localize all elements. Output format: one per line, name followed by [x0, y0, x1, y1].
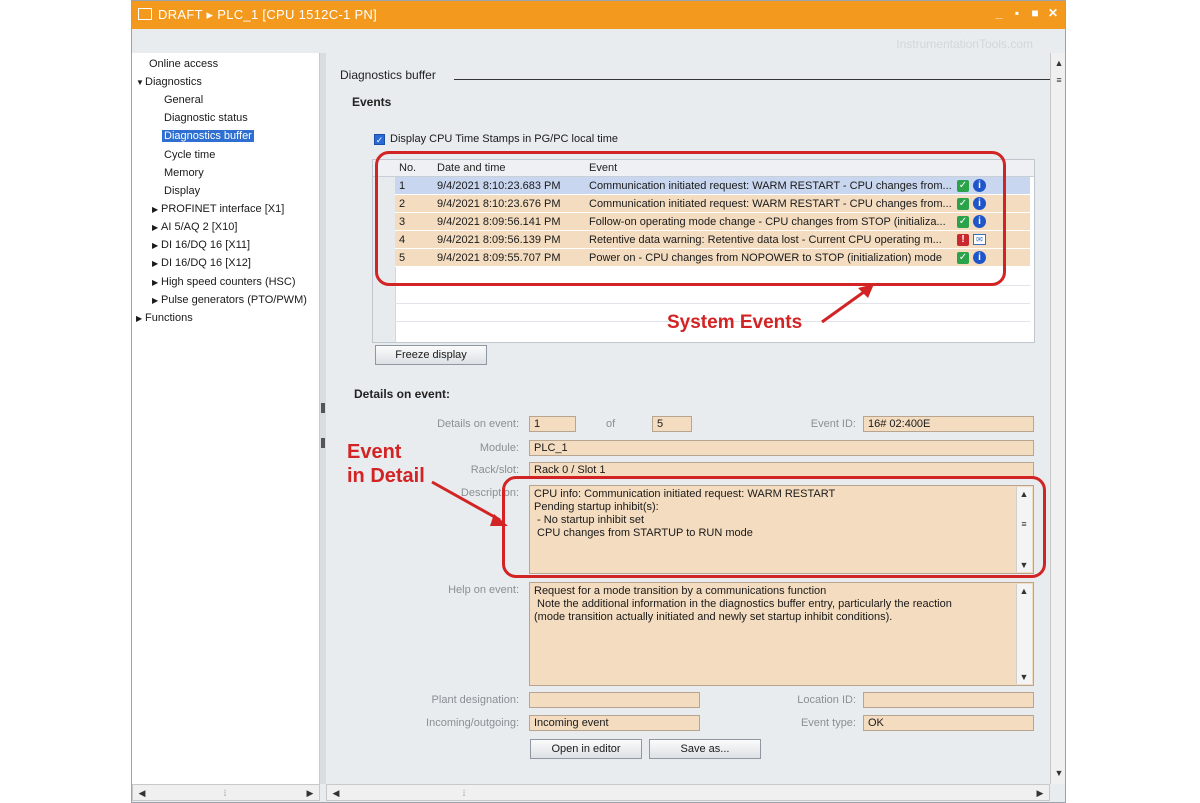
event-detail-arrow	[431, 480, 501, 522]
system-events-arrow	[821, 287, 869, 324]
event-detail-annotation: Event in Detail	[347, 440, 425, 488]
annotation-arrows	[431, 284, 874, 526]
system-events-annotation: System Events	[667, 312, 803, 333]
event-detail-annotation-line1: Event	[347, 441, 402, 463]
event-detail-annotation-line2: in Detail	[347, 465, 425, 487]
